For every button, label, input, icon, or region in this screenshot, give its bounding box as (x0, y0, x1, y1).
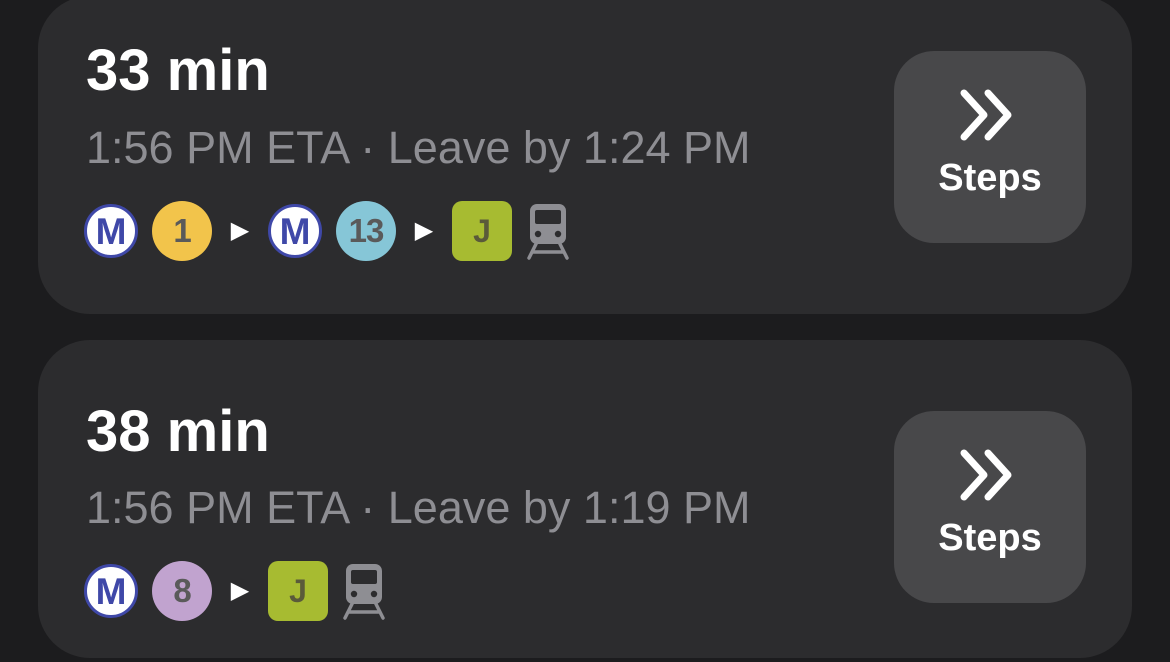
transfer-arrow-icon: ▶ (414, 217, 434, 244)
route-card[interactable]: 38 min 1:56 PM ETA · Leave by 1:19 PM M … (38, 340, 1132, 658)
train-icon (340, 561, 388, 621)
metro-line-badge: 13 (336, 201, 396, 261)
steps-button[interactable]: Steps (894, 51, 1086, 243)
route-legs: M 8 ▶ J (84, 560, 388, 622)
route-eta: 1:56 PM ETA · Leave by 1:24 PM (86, 122, 751, 173)
steps-label: Steps (938, 157, 1042, 199)
transfer-arrow-icon: ▶ (230, 217, 250, 244)
steps-button[interactable]: Steps (894, 411, 1086, 603)
chevron-double-right-icon (960, 449, 1012, 501)
chevron-double-right-icon (960, 89, 1012, 141)
steps-label: Steps (938, 517, 1042, 559)
route-eta: 1:56 PM ETA · Leave by 1:19 PM (86, 482, 751, 533)
train-line-badge: J (452, 201, 512, 261)
route-card[interactable]: 33 min 1:56 PM ETA · Leave by 1:24 PM M … (38, 0, 1132, 314)
metro-line-badge: 1 (152, 201, 212, 261)
train-icon (524, 201, 572, 261)
transfer-arrow-icon: ▶ (230, 577, 250, 604)
route-options-screen: 33 min 1:56 PM ETA · Leave by 1:24 PM M … (0, 0, 1170, 662)
route-duration: 33 min (86, 38, 270, 103)
metro-line-badge: 8 (152, 561, 212, 621)
route-duration: 38 min (86, 399, 270, 464)
metro-badge: M (84, 564, 138, 618)
route-legs: M 1 ▶ M 13 ▶ J (84, 200, 572, 262)
metro-badge: M (268, 204, 322, 258)
metro-badge: M (84, 204, 138, 258)
train-line-badge: J (268, 561, 328, 621)
